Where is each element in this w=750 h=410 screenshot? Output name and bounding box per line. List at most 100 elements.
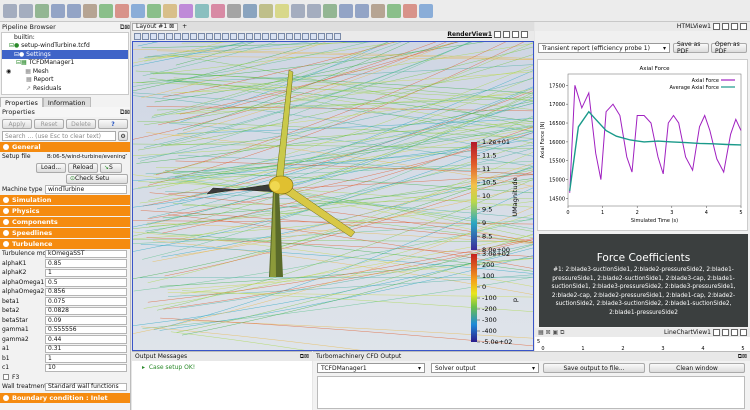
view-tool-icon[interactable] (206, 32, 213, 40)
split-h-icon[interactable] (713, 329, 720, 336)
filter-stream-icon[interactable] (211, 3, 225, 18)
view-tool-icon[interactable] (158, 32, 165, 40)
view-tool-icon[interactable] (334, 32, 341, 40)
section-components[interactable]: Components (0, 217, 130, 227)
filter-calc-icon[interactable] (99, 3, 113, 18)
view-tool-icon[interactable] (142, 32, 149, 40)
param-input[interactable]: 0.31 (45, 344, 127, 353)
view-tool-icon[interactable] (134, 32, 141, 40)
view-tool-icon[interactable] (270, 32, 277, 40)
param-input[interactable]: 0.0828 (45, 306, 127, 315)
param-input[interactable]: 10 (45, 363, 127, 372)
filter-contour-icon[interactable] (115, 3, 129, 18)
close-view-icon[interactable] (521, 31, 528, 38)
dock-controls-icon[interactable]: ⧉⊠ (300, 353, 309, 361)
filter-slice-icon[interactable] (147, 3, 161, 18)
split-h-icon[interactable] (713, 23, 720, 30)
search-input[interactable]: Search ... (use Esc to clear text) (2, 131, 116, 141)
tab-layout-1[interactable]: Layout #1 ⊠ (132, 22, 179, 31)
tree-item-settings[interactable]: ⊟● Settings (2, 50, 128, 59)
selection-icon[interactable] (419, 3, 433, 18)
zoom-box-icon[interactable] (67, 3, 81, 18)
view-tool-icon[interactable] (174, 32, 181, 40)
section-physics[interactable]: Physics (0, 206, 130, 216)
camera-reset-icon[interactable] (35, 3, 49, 18)
view-tool-icon[interactable] (286, 32, 293, 40)
save-pdf-button[interactable]: Save as PDF (673, 41, 709, 55)
tab-information[interactable]: Information (42, 97, 91, 107)
dock-controls-icon[interactable]: ⧉⊠ (120, 108, 130, 117)
param-input[interactable]: 0.09 (45, 316, 127, 325)
filter-extract-level-icon[interactable] (259, 3, 273, 18)
manager-select[interactable]: TCFDManager1 ▾ (317, 363, 425, 373)
render-canvas[interactable]: 1.2e+0111.51110.5109.598.58.0e+00 UMagni… (133, 42, 534, 351)
section-speedlines[interactable]: Speedlines (0, 228, 130, 238)
tree-item-mesh[interactable]: ◉ ▦ Mesh (2, 67, 128, 76)
query-icon[interactable] (403, 3, 417, 18)
close-view-icon[interactable] (740, 23, 747, 30)
rotate-icon[interactable] (83, 3, 97, 18)
view-tool-icon[interactable] (222, 32, 229, 40)
param-input[interactable]: 0.856 (45, 287, 127, 296)
split-h-icon[interactable] (494, 31, 501, 38)
play-icon[interactable] (323, 3, 337, 18)
view-tool-icon[interactable] (278, 32, 285, 40)
delete-button[interactable]: Delete (66, 119, 96, 129)
section-turbulence[interactable]: Turbulence (0, 239, 130, 249)
view-tool-icon[interactable] (198, 32, 205, 40)
redo-icon[interactable] (19, 3, 33, 18)
add-tab-button[interactable]: + (178, 23, 191, 30)
solver-select[interactable]: Solver output ▾ (431, 363, 539, 373)
view-tool-icon[interactable] (166, 32, 173, 40)
eye-icon[interactable]: ◉ (6, 68, 11, 75)
section-general[interactable]: General (0, 142, 130, 152)
turbulence-model-field[interactable]: kOmegaSST (45, 249, 127, 258)
view-tool-icon[interactable] (262, 32, 269, 40)
param-input[interactable]: 0.555556 (45, 325, 127, 334)
split-v-icon[interactable] (722, 23, 729, 30)
view-tool-icon[interactable] (294, 32, 301, 40)
param-input[interactable]: 0.44 (45, 335, 127, 344)
run-button[interactable]: ↘ S (100, 162, 122, 173)
view-tool-icon[interactable] (302, 32, 309, 40)
split-v-icon[interactable] (503, 31, 510, 38)
zoom-data-icon[interactable] (51, 3, 65, 18)
view-tool-icon[interactable] (150, 32, 157, 40)
play-first-icon[interactable] (291, 3, 305, 18)
machine-type-field[interactable]: windTurbine (45, 185, 127, 194)
view-tool-icon[interactable] (238, 32, 245, 40)
maximize-icon[interactable] (512, 31, 519, 38)
open-pdf-button[interactable]: Open as PDF (711, 41, 747, 55)
clean-window-button[interactable]: Clean window (649, 363, 745, 373)
filter-group-icon[interactable] (243, 3, 257, 18)
filter-clip-icon[interactable] (131, 3, 145, 18)
param-input[interactable]: 0.85 (45, 259, 127, 268)
render-view[interactable]: 1.2e+01 11.5 11 10.5 10 9.5 9 8.5 8.0e+00 UMagni… (132, 41, 534, 351)
f3-checkbox[interactable] (3, 374, 9, 381)
section-boundary[interactable]: Boundary condition : Inlet (0, 392, 130, 403)
maximize-icon[interactable] (731, 329, 738, 336)
reset-button[interactable]: Reset (34, 119, 64, 129)
view-tool-icon[interactable] (318, 32, 325, 40)
dock-controls-icon[interactable]: ⧉⊠ (120, 23, 130, 32)
check-setup-button[interactable]: ⊙ Check Setu (66, 173, 128, 184)
tab-properties[interactable]: Properties (0, 97, 43, 107)
view-tool-icon[interactable] (246, 32, 253, 40)
param-input[interactable]: 1 (45, 268, 127, 277)
split-v-icon[interactable] (722, 329, 729, 336)
tree-item-manager[interactable]: ⊟▦ TCFDManager1 (2, 59, 128, 68)
filter-warp-icon[interactable] (227, 3, 241, 18)
save-output-button[interactable]: Save output to file... (543, 363, 645, 373)
view-tool-icon[interactable] (190, 32, 197, 40)
wall-treatment-field[interactable]: Standard wall functions (45, 382, 127, 391)
dock-controls-icon[interactable]: ⧉⊠ (738, 353, 747, 361)
turbo-output-text[interactable] (317, 376, 745, 409)
play-last-icon[interactable] (355, 3, 369, 18)
tree-item-builtin[interactable]: builtin: (2, 33, 128, 42)
tree-item-residuals[interactable]: ↗ Residuals (2, 84, 128, 93)
apply-button[interactable]: Apply (2, 119, 32, 129)
view-tool-icon[interactable] (214, 32, 221, 40)
close-icon[interactable]: ⊠ (169, 23, 174, 30)
help-button[interactable]: ? (98, 119, 128, 129)
param-input[interactable]: 0.075 (45, 297, 127, 306)
